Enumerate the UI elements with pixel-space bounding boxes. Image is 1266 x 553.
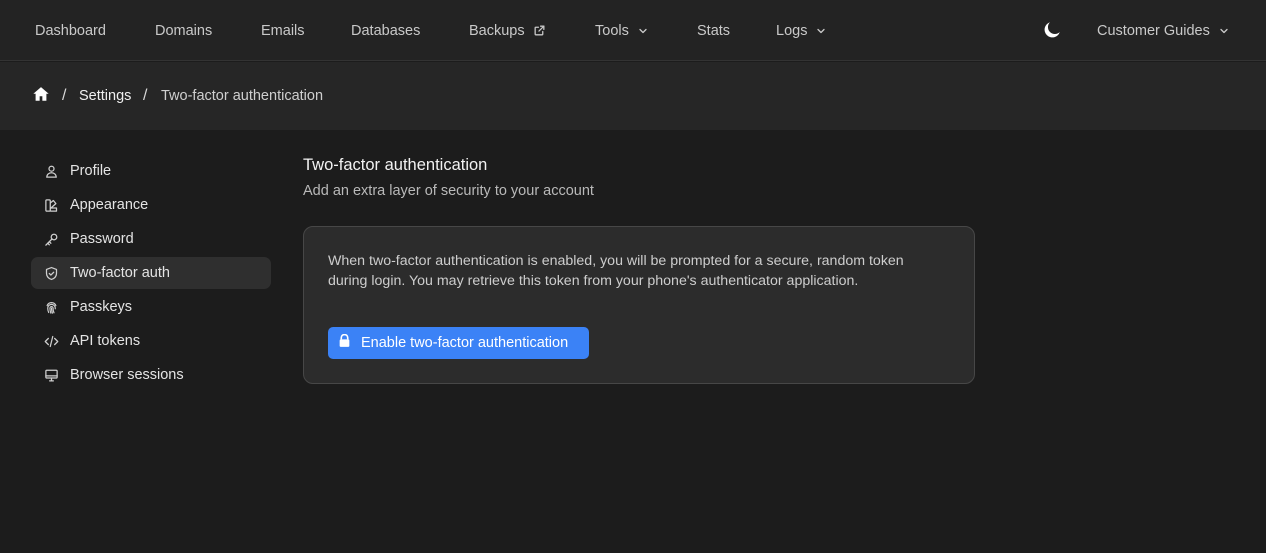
breadcrumb: / Settings / Two-factor authentication [0, 62, 1266, 130]
nav-dashboard[interactable]: Dashboard [35, 0, 106, 61]
nav-tools[interactable]: Tools [595, 0, 649, 61]
sidebar-item-label: Passkeys [70, 299, 133, 315]
lock-icon [338, 333, 351, 352]
shield-check-icon [44, 266, 59, 281]
monitor-icon [44, 368, 59, 383]
nav-backups-label: Backups [469, 22, 525, 39]
sidebar-item-label: Password [70, 231, 134, 247]
nav-logs-label: Logs [776, 22, 808, 39]
nav-logs[interactable]: Logs [776, 0, 827, 61]
two-factor-card: When two-factor authentication is enable… [303, 226, 975, 384]
breadcrumb-separator: / [62, 87, 67, 104]
two-factor-description: When two-factor authentication is enable… [328, 253, 904, 289]
nav-domains-label: Domains [155, 22, 213, 39]
breadcrumb-settings[interactable]: Settings [79, 62, 131, 130]
sidebar-item-browser-sessions[interactable]: Browser sessions [31, 359, 271, 391]
sidebar-item-appearance[interactable]: Appearance [31, 189, 271, 221]
nav-backups[interactable]: Backups [469, 0, 546, 61]
code-icon [44, 334, 59, 349]
nav-domains[interactable]: Domains [155, 0, 212, 61]
sidebar-item-api-tokens[interactable]: API tokens [31, 325, 271, 357]
chevron-down-icon [815, 25, 827, 37]
sidebar-item-two-factor[interactable]: Two-factor auth [31, 257, 271, 289]
breadcrumb-home[interactable] [32, 62, 50, 130]
page-title: Two-factor authentication [303, 156, 488, 174]
fingerprint-icon [44, 300, 59, 315]
moon-icon [1041, 22, 1063, 45]
account-menu-label: Customer Guides [1097, 22, 1210, 39]
sidebar-item-password[interactable]: Password [31, 223, 271, 255]
account-menu[interactable]: Customer Guides [1097, 0, 1230, 61]
nav-emails[interactable]: Emails [261, 0, 305, 61]
nav-emails-label: Emails [261, 22, 305, 39]
external-link-icon [533, 24, 546, 37]
sidebar-item-label: Two-factor auth [70, 265, 170, 281]
user-icon [44, 164, 59, 179]
sidebar-item-label: API tokens [70, 333, 141, 349]
sidebar-item-passkeys[interactable]: Passkeys [31, 291, 271, 323]
theme-toggle-button[interactable] [1041, 19, 1063, 41]
sidebar-item-profile[interactable]: Profile [31, 155, 271, 187]
sidebar-item-label: Appearance [70, 197, 149, 213]
nav-dashboard-label: Dashboard [35, 22, 106, 39]
breadcrumb-separator: / [143, 87, 148, 104]
nav-databases[interactable]: Databases [351, 0, 420, 61]
palette-icon [44, 198, 59, 213]
home-icon [32, 85, 50, 107]
breadcrumb-current: Two-factor authentication [161, 88, 324, 104]
enable-two-factor-label: Enable two-factor authentication [361, 335, 569, 351]
nav-stats[interactable]: Stats [697, 0, 730, 61]
chevron-down-icon [1218, 25, 1230, 37]
top-navigation: Dashboard Domains Emails Databases Backu… [0, 0, 1266, 61]
sidebar-item-label: Profile [70, 163, 112, 179]
chevron-down-icon [637, 25, 649, 37]
nav-stats-label: Stats [697, 22, 731, 39]
key-icon [44, 232, 59, 247]
enable-two-factor-button[interactable]: Enable two-factor authentication [328, 327, 589, 359]
nav-databases-label: Databases [351, 22, 421, 39]
nav-tools-label: Tools [595, 22, 629, 39]
page-subtitle: Add an extra layer of security to your a… [303, 183, 594, 199]
sidebar-item-label: Browser sessions [70, 367, 184, 383]
